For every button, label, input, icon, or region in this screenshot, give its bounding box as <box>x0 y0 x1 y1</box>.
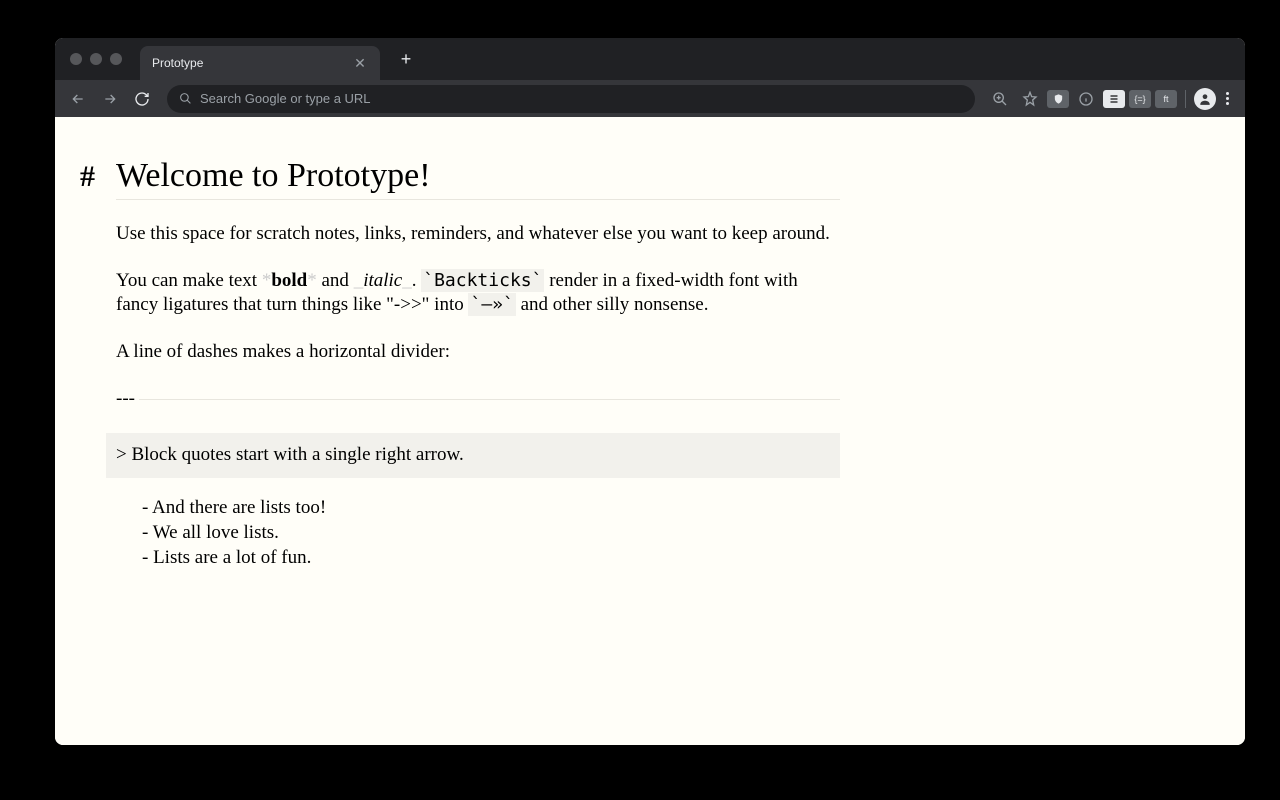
close-window-icon[interactable] <box>70 53 82 65</box>
browser-window: Prototype ✕ + Search Google or type a UR… <box>55 38 1245 745</box>
zoom-icon[interactable] <box>987 86 1013 112</box>
code-span-2: `—»` <box>468 293 515 316</box>
bold-marker-close: * <box>307 270 317 291</box>
profile-avatar[interactable] <box>1194 88 1216 110</box>
info-icon[interactable] <box>1073 86 1099 112</box>
omnibox-placeholder: Search Google or type a URL <box>200 91 371 106</box>
address-bar[interactable]: Search Google or type a URL <box>167 85 975 113</box>
italic-marker-open: _ <box>354 270 364 291</box>
bold-text: bold <box>271 270 307 291</box>
tab-bar: Prototype ✕ + <box>55 38 1245 80</box>
italic-marker-close: _ <box>402 270 412 291</box>
list-item[interactable]: We all love lists. <box>142 521 840 546</box>
italic-text: italic <box>363 270 402 291</box>
window-controls[interactable] <box>70 53 122 65</box>
toolbar-divider <box>1185 90 1186 108</box>
bookmark-icon[interactable] <box>1017 86 1043 112</box>
forward-button[interactable] <box>97 86 123 112</box>
document: # Welcome to Prototype! Use this space f… <box>80 157 840 570</box>
code-span-1: `Backticks` <box>421 269 544 292</box>
horizontal-rule[interactable]: --- <box>116 387 840 412</box>
list-item[interactable]: Lists are a lot of fun. <box>142 546 840 571</box>
bold-marker-open: * <box>262 270 272 291</box>
browser-menu-icon[interactable] <box>1220 92 1235 105</box>
toolbar-right: {=} ft <box>987 86 1235 112</box>
hr-marker: --- <box>116 387 135 412</box>
bullet-list[interactable]: And there are lists too! We all love lis… <box>142 496 840 570</box>
list-item[interactable]: And there are lists too! <box>142 496 840 521</box>
paragraph-divider-intro[interactable]: A line of dashes makes a horizontal divi… <box>116 340 840 365</box>
extension-braces-icon[interactable]: {=} <box>1129 90 1151 108</box>
maximize-window-icon[interactable] <box>110 53 122 65</box>
reload-button[interactable] <box>129 86 155 112</box>
page-content[interactable]: # Welcome to Prototype! Use this space f… <box>55 117 1245 745</box>
new-tab-button[interactable]: + <box>394 49 418 70</box>
search-icon <box>179 92 192 105</box>
extension-shield-icon[interactable] <box>1047 90 1069 108</box>
hr-line <box>139 399 840 400</box>
extension-reader-icon[interactable] <box>1103 90 1125 108</box>
extension-ft-icon[interactable]: ft <box>1155 90 1177 108</box>
tab-title: Prototype <box>152 56 352 70</box>
toolbar: Search Google or type a URL {=} ft <box>55 80 1245 117</box>
page-title[interactable]: Welcome to Prototype! <box>116 157 840 200</box>
back-button[interactable] <box>65 86 91 112</box>
blockquote[interactable]: > Block quotes start with a single right… <box>106 433 840 478</box>
minimize-window-icon[interactable] <box>90 53 102 65</box>
paragraph-formatting[interactable]: You can make text *bold* and _italic_. `… <box>116 269 840 318</box>
heading-marker: # <box>80 160 116 194</box>
paragraph-intro[interactable]: Use this space for scratch notes, links,… <box>116 222 840 247</box>
document-body[interactable]: Use this space for scratch notes, links,… <box>116 222 840 570</box>
close-tab-icon[interactable]: ✕ <box>352 55 368 72</box>
browser-tab[interactable]: Prototype ✕ <box>140 46 380 80</box>
heading-row: # Welcome to Prototype! <box>80 157 840 200</box>
